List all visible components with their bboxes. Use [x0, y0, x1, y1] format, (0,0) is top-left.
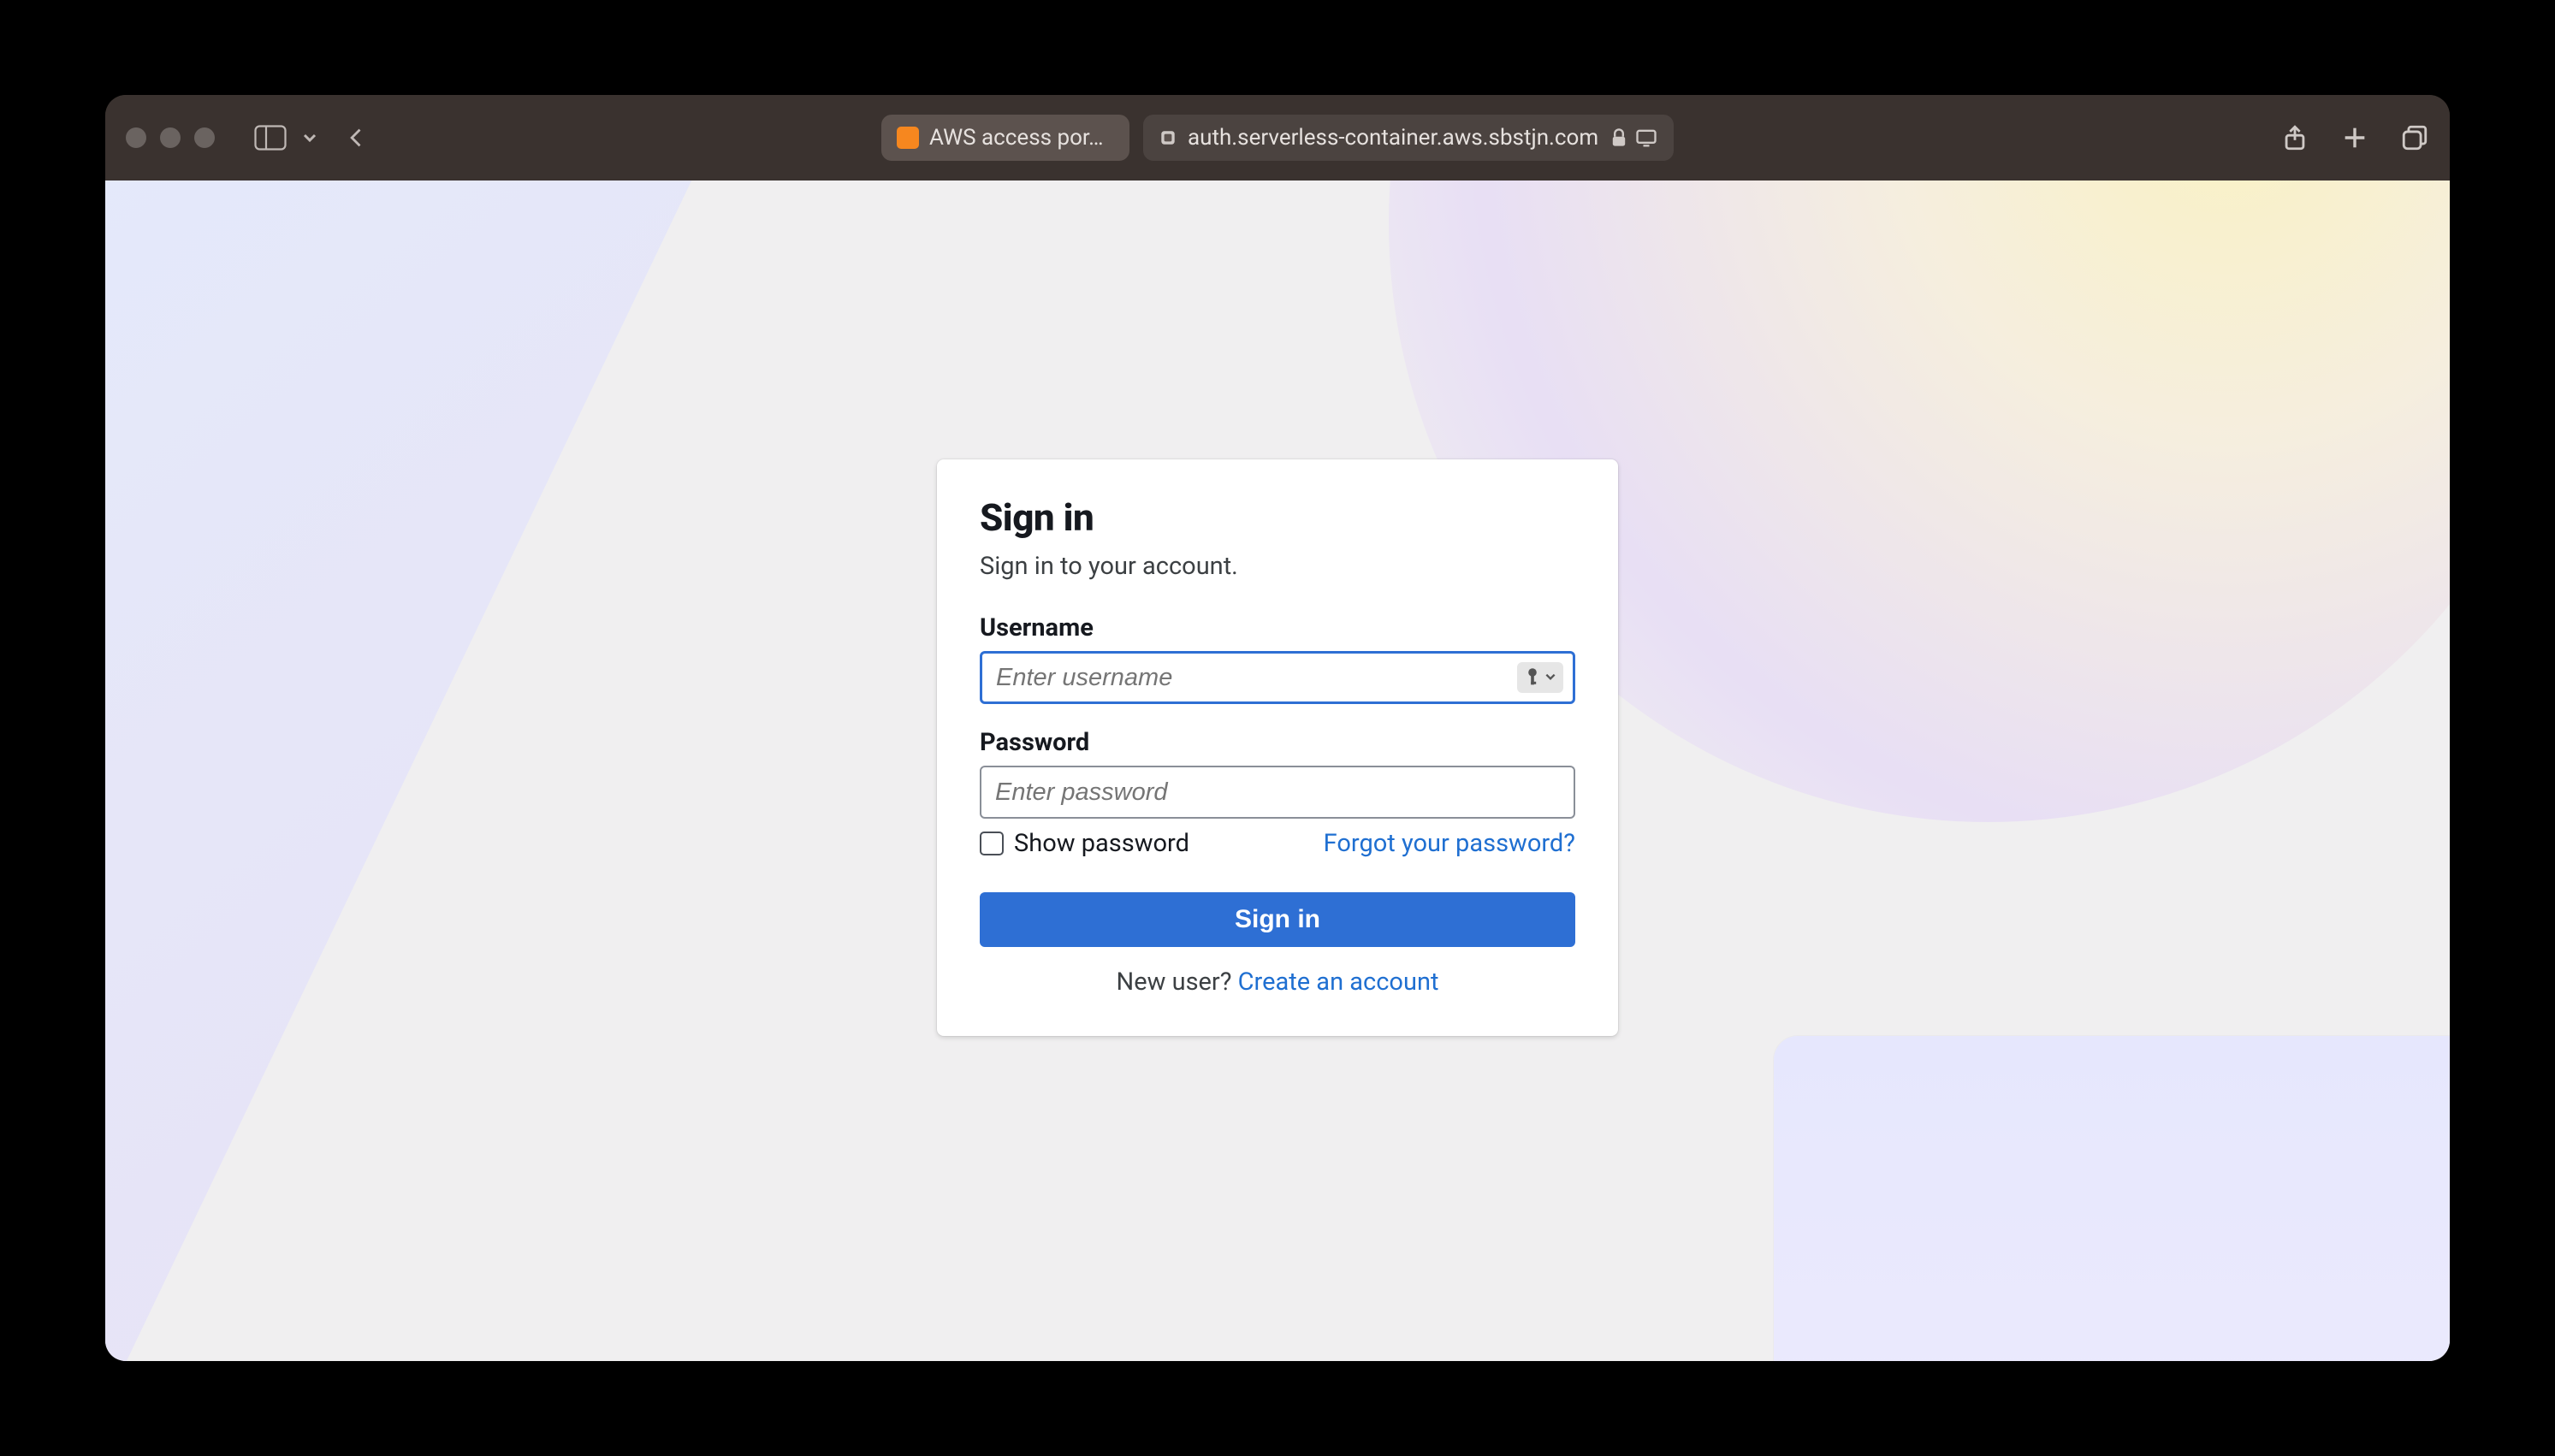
address-text: auth.serverless-container.aws.sbstjn.com [1188, 125, 1598, 151]
browser-toolbar: AWS access por… auth.serverless-containe… [105, 95, 2450, 181]
decor-card [1774, 1036, 2450, 1361]
chevron-down-icon [1544, 670, 1556, 686]
keychain-autofill-button[interactable] [1517, 662, 1563, 693]
reader-mode-icon[interactable] [1634, 126, 1658, 150]
username-input-wrap [980, 651, 1575, 704]
browser-tab-label: AWS access por… [929, 125, 1104, 151]
password-group: Password Show password Forgot your passw… [980, 728, 1575, 858]
password-row: Show password Forgot your password? [980, 829, 1575, 858]
window-zoom-button[interactable] [194, 127, 215, 148]
tab-group-menu-button[interactable] [302, 130, 317, 145]
show-password-label: Show password [1014, 829, 1189, 858]
sidebar-toggle-button[interactable] [254, 121, 287, 154]
password-label: Password [980, 728, 1575, 757]
browser-window: AWS access por… auth.serverless-containe… [105, 95, 2450, 1361]
signin-submit-button[interactable]: Sign in [980, 892, 1575, 947]
tab-overview-button[interactable] [2400, 123, 2429, 152]
aws-favicon-icon [897, 127, 919, 149]
username-group: Username [980, 613, 1575, 704]
new-tab-button[interactable] [2340, 123, 2369, 152]
screenshot-root: AWS access por… auth.serverless-containe… [0, 0, 2555, 1456]
signin-title: Sign in [980, 495, 1575, 540]
username-label: Username [980, 613, 1575, 642]
forgot-password-link[interactable]: Forgot your password? [1324, 829, 1575, 858]
new-user-text: New user? [1117, 968, 1238, 997]
window-controls [126, 127, 215, 148]
signin-subtitle: Sign in to your account. [980, 552, 1575, 581]
checkbox-icon [980, 832, 1004, 855]
share-button[interactable] [2280, 123, 2309, 152]
create-account-link[interactable]: Create an account [1238, 968, 1439, 997]
tab-and-address-group: AWS access por… auth.serverless-containe… [881, 115, 1674, 161]
lock-icon [1609, 127, 1629, 148]
username-input[interactable] [980, 651, 1575, 704]
page-content: Sign in Sign in to your account. Usernam… [105, 181, 2450, 1361]
window-close-button[interactable] [126, 127, 146, 148]
new-user-row: New user? Create an account [980, 968, 1575, 997]
window-minimize-button[interactable] [160, 127, 181, 148]
show-password-toggle[interactable]: Show password [980, 829, 1189, 858]
nav-back-button[interactable] [345, 126, 369, 150]
toolbar-right-group [2280, 123, 2429, 152]
browser-tab-aws[interactable]: AWS access por… [881, 115, 1129, 161]
address-bar[interactable]: auth.serverless-container.aws.sbstjn.com [1143, 115, 1674, 161]
signin-card: Sign in Sign in to your account. Usernam… [937, 459, 1618, 1036]
site-settings-icon [1159, 128, 1177, 147]
password-input[interactable] [980, 766, 1575, 819]
